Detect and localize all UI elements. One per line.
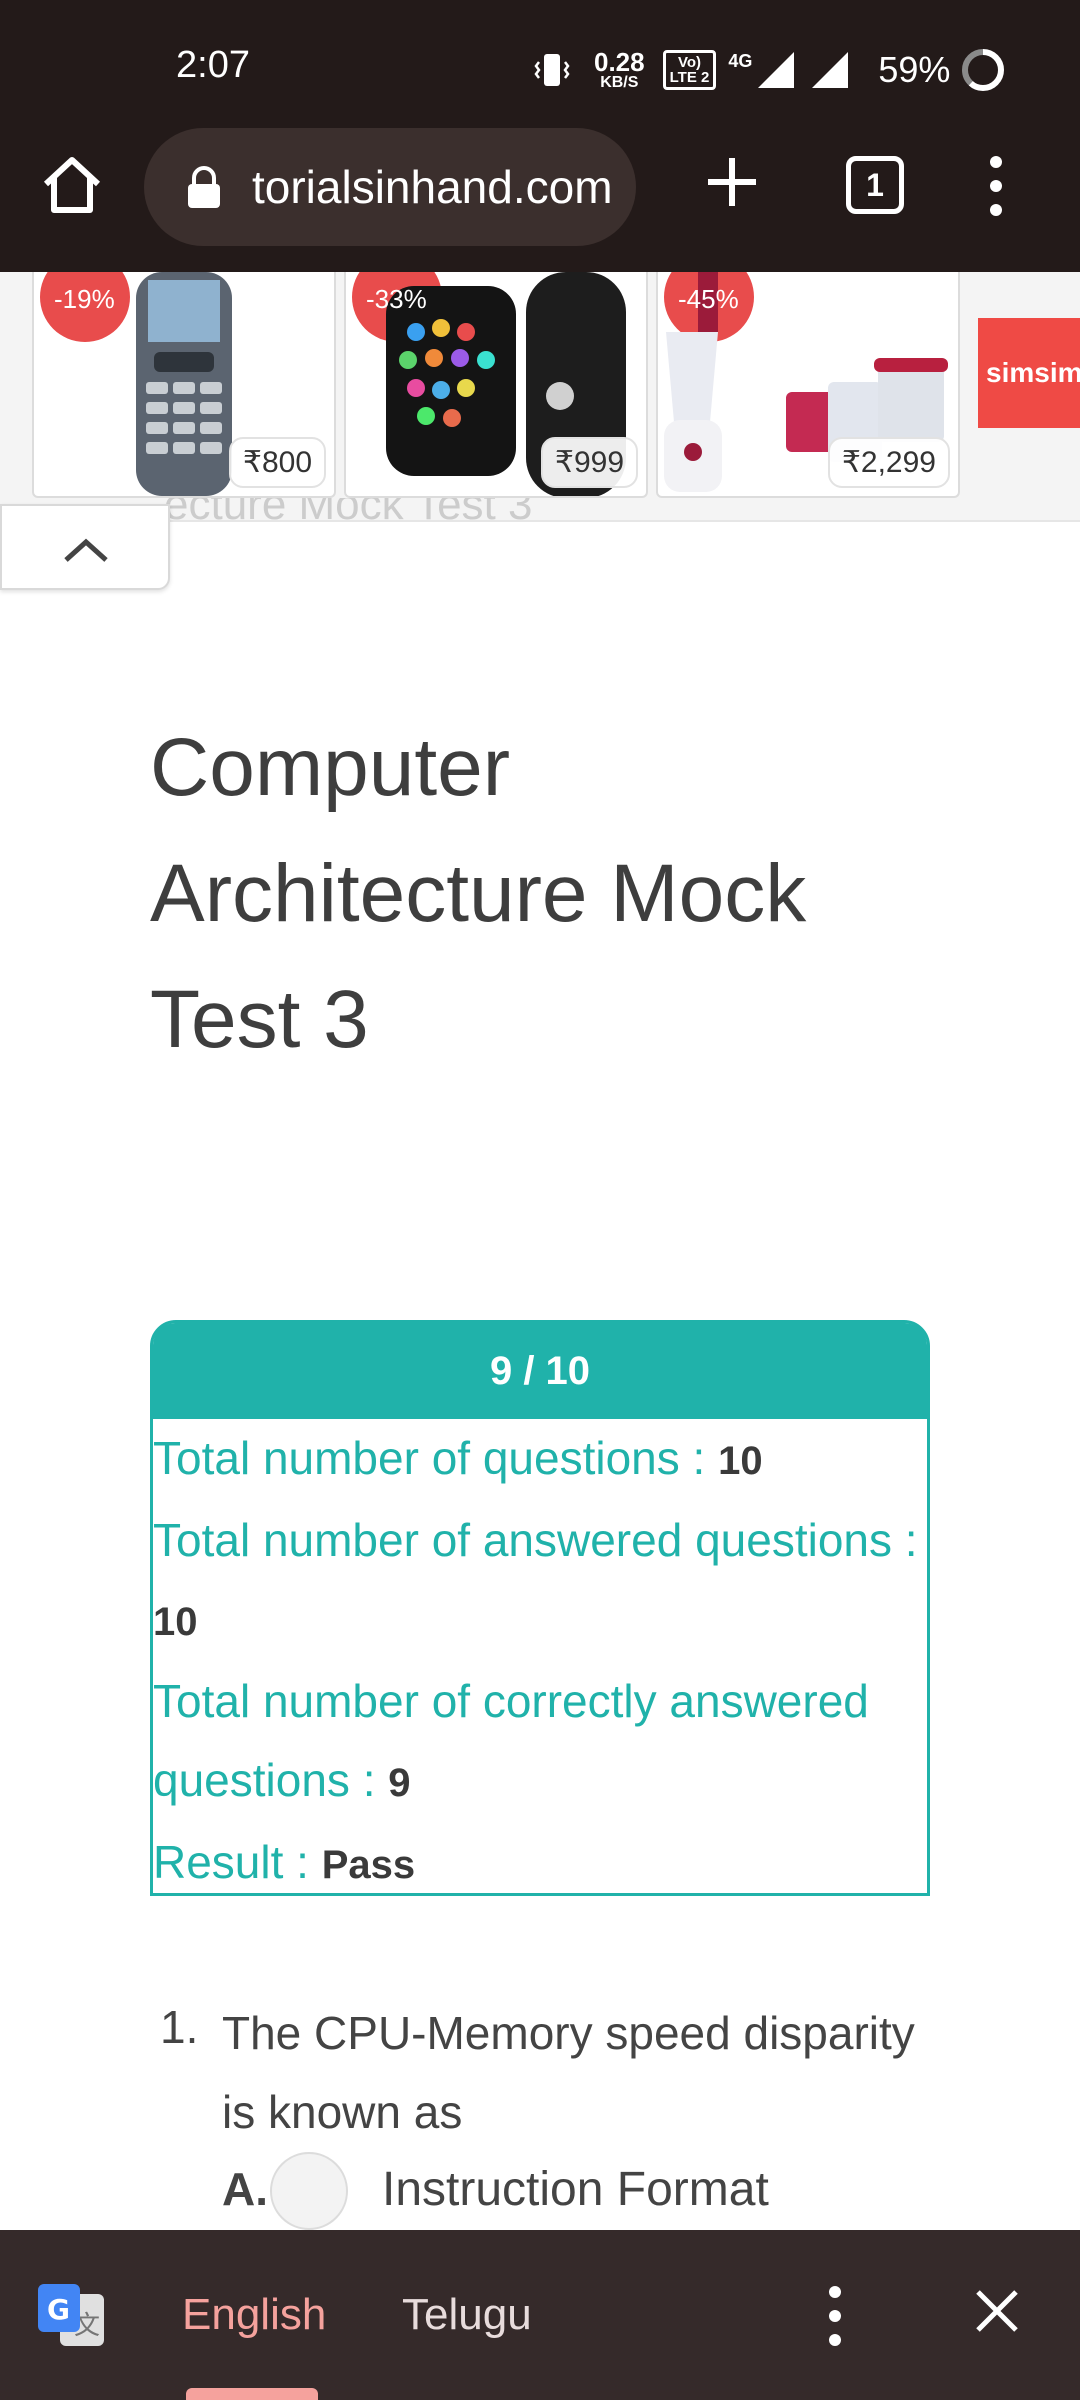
correct-answers-row: Total number of correctly answered quest… <box>153 1662 921 1823</box>
ad-carousel[interactable]: -19% ₹800 -33% ₹999 -45% ₹2,299 simsim <box>0 272 1080 522</box>
simsim-logo[interactable]: simsim <box>978 318 1080 428</box>
signal-icon-2 <box>812 52 849 88</box>
data-speed-unit: KB/S <box>600 74 639 91</box>
total-questions-label: Total number of questions : <box>153 1432 719 1484</box>
close-icon[interactable] <box>972 2286 1022 2336</box>
product-price: ₹2,299 <box>827 437 950 488</box>
page-title: Computer Architecture Mock Test 3 <box>150 722 807 1065</box>
discount-label: -33% <box>366 284 427 314</box>
url-text: torialsinhand.com <box>252 161 613 213</box>
total-questions-row: Total number of questions : 10 <box>153 1419 921 1501</box>
ad-product-card[interactable]: -33% ₹999 <box>344 272 648 498</box>
translate-bar: 文 G English Telugu <box>0 2230 1080 2400</box>
volte-line2: LTE 2 <box>669 69 710 86</box>
address-bar[interactable]: torialsinhand.com <box>144 128 636 246</box>
status-time: 2:07 <box>176 44 250 86</box>
result-value: Pass <box>321 1843 416 1887</box>
language-tab-english[interactable]: English <box>182 2290 326 2340</box>
volte-line1: Vo) <box>677 54 701 71</box>
option-a-radio[interactable] <box>270 2152 348 2230</box>
ad-product-card[interactable]: -19% ₹800 <box>32 272 336 498</box>
screen: 2:07 0.28 KB/S Vo) LTE 2 4G 59% torialsi… <box>0 0 1080 2400</box>
data-speed-value: 0.28 <box>594 47 645 77</box>
option-letter: A. <box>222 2163 268 2215</box>
new-tab-icon[interactable] <box>700 150 764 214</box>
chevron-up-icon <box>64 538 108 562</box>
battery-ring-icon <box>962 49 1005 91</box>
sticky-title-peek: ecture Mock Test 3 <box>164 498 532 542</box>
correct-answers-label: Total number of correctly answered quest… <box>153 1675 869 1806</box>
selected-language-indicator <box>186 2388 318 2400</box>
battery-percent: 59% <box>878 49 951 90</box>
status-icons: 0.28 KB/S Vo) LTE 2 4G 59% <box>530 40 1006 100</box>
product-price: ₹800 <box>228 437 326 488</box>
tab-switcher-button[interactable]: 1 <box>846 156 904 214</box>
answered-questions-row: Total number of answered questions : 10 <box>153 1501 921 1662</box>
score-header: 9 / 10 <box>153 1323 927 1419</box>
total-questions-value: 10 <box>718 1439 763 1483</box>
product-price: ₹999 <box>540 437 638 488</box>
google-translate-icon: 文 G <box>38 2284 104 2346</box>
network-type: 4G <box>728 50 753 71</box>
correct-answers-value: 9 <box>388 1761 411 1805</box>
result-details: Total number of questions : 10 Total num… <box>153 1419 927 1905</box>
language-tab-telugu[interactable]: Telugu <box>402 2290 532 2340</box>
discount-label: -45% <box>678 284 739 314</box>
signal-icon <box>758 52 795 88</box>
result-row: Result : Pass <box>153 1823 921 1905</box>
option-a-text[interactable]: Instruction Format <box>382 2162 769 2217</box>
lock-icon <box>188 166 220 208</box>
vibrate-icon <box>534 54 570 86</box>
more-options-icon[interactable] <box>980 150 1012 222</box>
translate-options-icon[interactable] <box>822 2284 848 2348</box>
result-card: 9 / 10 Total number of questions : 10 To… <box>150 1320 930 1896</box>
discount-label: -19% <box>54 284 115 314</box>
answered-questions-value: 10 <box>153 1600 198 1644</box>
result-label: Result : <box>153 1836 322 1888</box>
volte-icon: Vo) LTE 2 <box>662 50 717 90</box>
collapse-ads-button[interactable] <box>0 504 170 590</box>
question-number: 1. <box>160 2001 199 2053</box>
data-speed: 0.28 KB/S <box>594 49 645 91</box>
browser-top-bar: 2:07 0.28 KB/S Vo) LTE 2 4G 59% torialsi… <box>0 0 1080 272</box>
question-text: The CPU-Memory speed disparity is known … <box>222 2007 915 2138</box>
home-icon[interactable] <box>36 150 108 222</box>
answered-questions-label: Total number of answered questions : <box>153 1514 918 1566</box>
svg-text:G: G <box>47 2293 70 2326</box>
ad-product-card[interactable]: -45% ₹2,299 <box>656 272 960 498</box>
sticky-title-text: ecture Mock Test 3 <box>164 498 533 529</box>
